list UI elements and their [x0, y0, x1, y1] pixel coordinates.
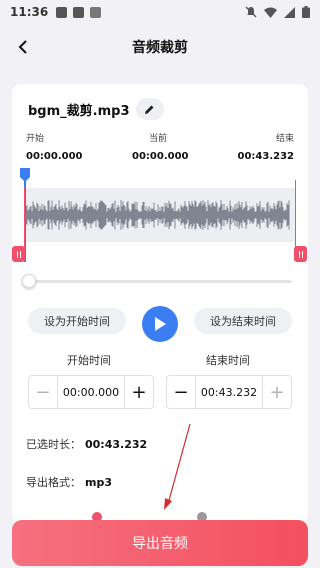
timeline-current-value: 00:00.000	[132, 151, 189, 162]
nav-bar: 音频裁剪	[0, 24, 320, 70]
end-time-input[interactable]: 00:43.232	[195, 376, 263, 408]
start-time-input[interactable]: 00:00.000	[57, 376, 125, 408]
status-time: 11:36	[10, 5, 49, 19]
export-format: 导出格式： mp3	[26, 474, 112, 490]
file-name: bgm_裁剪.mp3	[28, 103, 130, 119]
file-name-row: bgm_裁剪.mp3	[28, 98, 164, 120]
timeline-start-label: 开始	[26, 134, 45, 144]
text-notification-icon	[90, 6, 102, 18]
edit-name-button[interactable]	[135, 98, 164, 120]
timeline-end-value: 00:43.232	[237, 151, 294, 162]
back-button[interactable]	[8, 32, 38, 62]
waveform[interactable]	[24, 188, 296, 242]
timeline-start-value: 00:00.000	[26, 151, 83, 162]
notification-icon	[56, 6, 68, 18]
play-button[interactable]	[142, 306, 178, 342]
export-format-value: mp3	[85, 476, 112, 489]
export-audio-button[interactable]: 导出音频	[12, 520, 308, 566]
seek-slider-knob[interactable]	[22, 274, 36, 288]
end-time-stepper: − 00:43.232 +	[166, 375, 292, 409]
end-time-increment-button[interactable]: +	[263, 376, 291, 408]
timeline-end-label: 结束	[275, 134, 294, 144]
start-time-label: 开始时间	[67, 354, 111, 367]
selected-duration-value: 00:43.232	[85, 438, 148, 451]
end-time-decrement-button[interactable]: −	[167, 376, 195, 408]
set-start-time-button[interactable]: 设为开始时间	[28, 308, 126, 334]
start-time-increment-button[interactable]: +	[125, 376, 153, 408]
play-icon	[155, 317, 166, 331]
signal-icon	[284, 6, 295, 18]
start-time-stepper: − 00:00.000 +	[28, 375, 154, 409]
end-time-label: 结束时间	[206, 354, 250, 367]
selected-duration: 已选时长： 00:43.232	[26, 436, 147, 452]
selected-duration-label: 已选时长：	[26, 438, 81, 451]
status-bar: 11:36	[0, 0, 320, 24]
seek-slider[interactable]	[22, 274, 292, 288]
playhead-marker[interactable]	[20, 168, 30, 182]
wifi-icon	[264, 7, 277, 18]
pencil-icon	[145, 105, 154, 114]
export-format-label: 导出格式：	[26, 476, 81, 489]
mute-icon	[245, 6, 257, 18]
set-end-time-button[interactable]: 设为结束时间	[194, 308, 292, 334]
end-trim-handle[interactable]	[294, 246, 307, 262]
waveform-graphic	[25, 200, 290, 230]
page-title: 音频裁剪	[132, 40, 188, 56]
timeline-current-label: 当前	[149, 134, 168, 144]
battery-icon	[302, 6, 310, 18]
start-time-decrement-button[interactable]: −	[29, 376, 57, 408]
chevron-left-icon	[18, 40, 27, 54]
annotation-arrow	[164, 423, 191, 510]
start-trim-handle[interactable]	[12, 246, 25, 262]
image-notification-icon	[73, 6, 85, 18]
